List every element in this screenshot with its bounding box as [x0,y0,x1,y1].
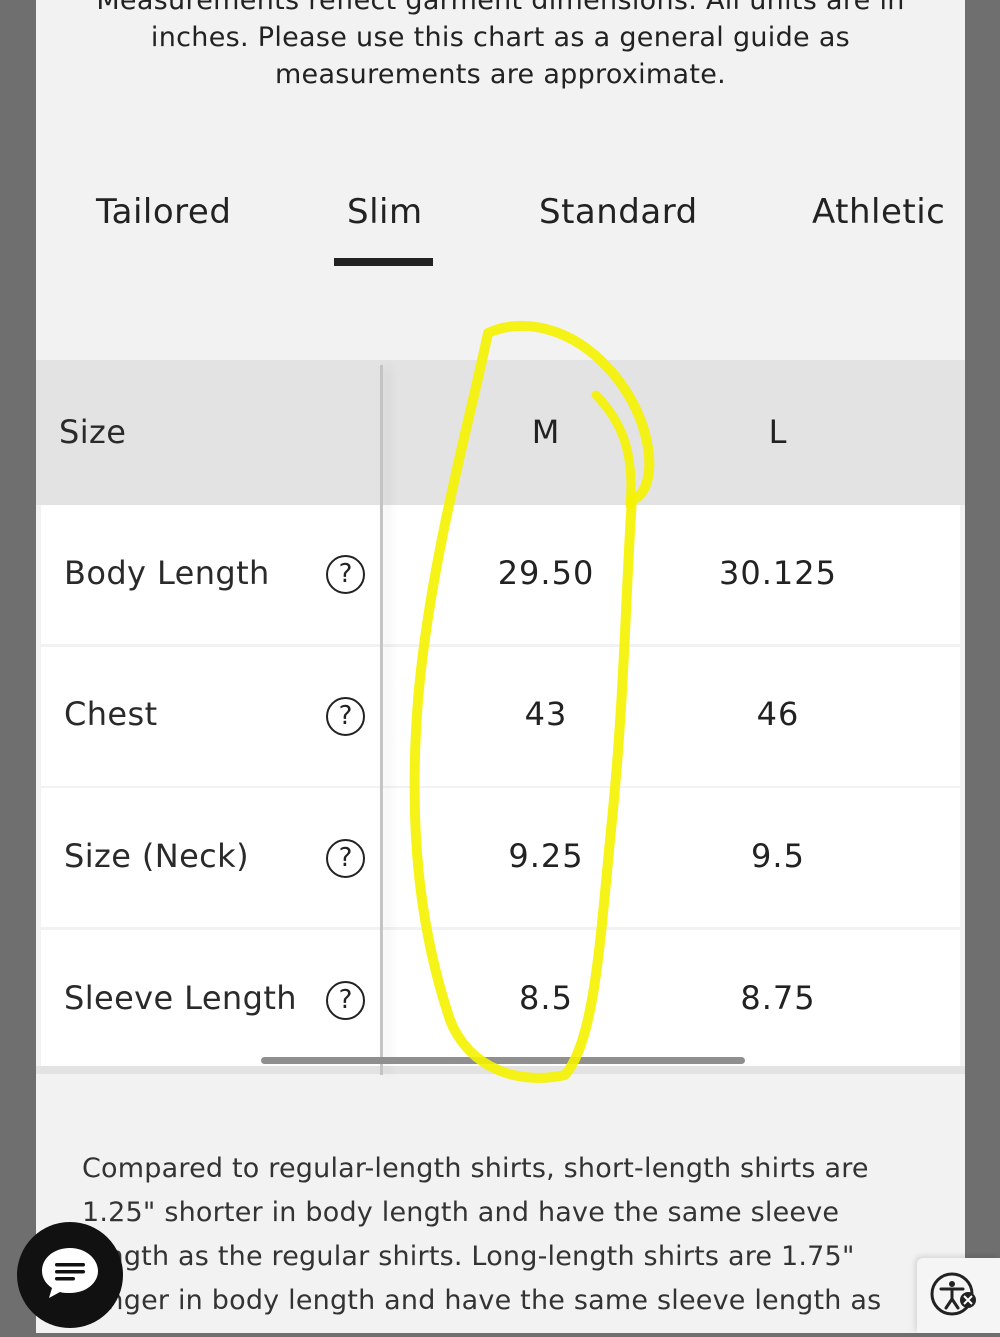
size-header-l: L [768,413,788,451]
size-chart-panel: Measurements reflect garment dimensions.… [36,0,965,1333]
help-icon[interactable]: ? [326,697,365,736]
value-sleeve-length-l: 8.75 [740,979,816,1017]
tab-standard[interactable]: Standard [539,192,698,232]
table-row: Sleeve Length ? 8.5 8.75 [41,930,960,1069]
help-icon[interactable]: ? [326,555,365,594]
table-row: Body Length ? 29.50 30.125 [41,505,960,644]
length-note: Compared to regular-length shirts, short… [82,1147,922,1323]
help-icon[interactable]: ? [326,981,365,1020]
value-neck-l: 9.5 [751,837,805,875]
value-body-length-l: 30.125 [719,554,837,592]
accessibility-icon [930,1272,976,1316]
intro-text: Measurements reflect garment dimensions.… [36,0,965,93]
table-bottom-edge [36,1066,965,1074]
value-body-length-m: 29.50 [497,554,595,592]
column-divider [380,365,383,1075]
tab-athletic[interactable]: Athletic [812,192,945,232]
chat-button[interactable] [17,1222,123,1328]
horizontal-scrollbar[interactable] [261,1057,745,1064]
size-table: Size M L Body Length ? 29.50 30.125 Ches… [36,360,965,1075]
note-line: longer in body length and have the same … [82,1285,882,1316]
intro-line: inches. Please use this chart as a gener… [150,22,851,53]
table-header-row: Size M L [36,360,965,505]
tab-tailored[interactable]: Tailored [96,192,231,232]
tab-slim[interactable]: Slim [347,192,423,232]
size-header-label: Size [59,413,127,451]
size-header-m: M [531,413,561,451]
value-sleeve-length-m: 8.5 [519,979,573,1017]
table-row: Chest ? 43 46 [41,647,960,786]
active-tab-indicator [334,258,433,266]
value-chest-l: 46 [756,695,800,733]
chat-icon [42,1248,98,1298]
row-label-body-length: Body Length [64,554,270,592]
help-icon[interactable]: ? [326,839,365,878]
row-label-neck: Size (Neck) [64,837,249,875]
note-line: Compared to regular-length shirts, short… [82,1153,869,1184]
accessibility-button[interactable] [917,1258,1000,1333]
row-label-sleeve-length: Sleeve Length [64,979,297,1017]
note-line: 1.25" shorter in body length and have th… [82,1197,840,1228]
value-neck-m: 9.25 [508,837,584,875]
table-row: Size (Neck) ? 9.25 9.5 [41,788,960,927]
intro-line: Measurements reflect garment dimensions.… [96,0,905,16]
note-line: length as the regular shirts. Long-lengt… [82,1241,855,1272]
row-label-chest: Chest [64,695,158,733]
value-chest-m: 43 [524,695,568,733]
intro-line: measurements are approximate. [274,59,727,90]
